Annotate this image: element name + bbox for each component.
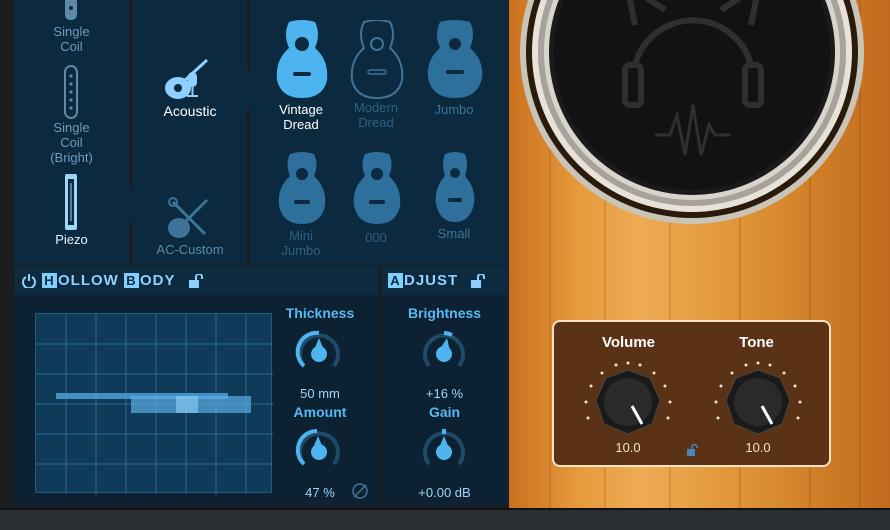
resonance-grid [36,314,273,494]
body-modern-dread[interactable]: Modern Dread [341,20,411,135]
type-ac-custom[interactable]: AC-Custom [133,190,247,260]
mini-jumbo-icon [278,152,326,224]
body-label: Vintage Dread [279,102,323,132]
amount-knob[interactable] [295,426,343,474]
body-resonance-display[interactable] [35,313,273,494]
type-acoustic[interactable]: Acoustic [133,50,247,130]
body-label: Modern Dread [353,100,399,130]
tone-knob[interactable] [710,356,806,446]
body-label: Jumbo [434,102,474,117]
instrument-type-column: Acoustic AC-Custom [133,0,247,265]
unlock-icon[interactable] [470,273,486,288]
000-icon [353,152,401,224]
ac-custom-tools-icon [168,197,209,238]
adjust-title-part: DJUST [404,272,459,289]
single-coil-icon [65,0,77,20]
gain-knob[interactable] [420,426,468,474]
thickness-label: Thickness [285,305,355,321]
hollow-title-part: ODY [140,272,176,289]
hollow-letter-b: B [124,273,139,288]
single-coil-bright-icon [64,65,78,119]
modern-dread-icon [350,20,404,100]
power-icon[interactable] [22,273,36,288]
pickup-label: Piezo [55,232,88,247]
volume-label: Volume [601,334,656,351]
body-vintage-dread[interactable]: Vintage Dread [266,20,336,135]
type-label: AC-Custom [156,242,224,257]
pickup-single-coil[interactable]: Single Coil [14,0,129,58]
soundhole [520,0,864,224]
hollow-body-header: H OLLOW B ODY [14,266,378,295]
guitar-body-grid: Vintage Dread Modern Dread Jumbo Mini Ju… [250,0,508,265]
vintage-dread-icon [276,20,328,98]
selection-arrow [127,180,141,230]
pickup-label: Single Coil (Bright) [50,120,93,165]
hollow-letter-h: H [42,273,57,288]
piezo-icon [65,174,77,230]
tone-value: 10.0 [745,440,771,455]
brightness-value: +16 % [425,386,464,401]
body-label: 000 [365,230,387,245]
amount-label: Amount [293,404,347,420]
body-000[interactable]: 000 [341,152,411,262]
link-lock-icon[interactable] [686,444,700,456]
brightness-knob[interactable] [420,328,468,376]
gain-value: +0.00 dB [418,485,471,500]
hollow-title-part: OLLOW [58,272,124,289]
pickup-single-coil-bright[interactable]: Single Coil (Bright) [14,60,129,168]
body-mini-jumbo[interactable]: Mini Jumbo [266,152,336,262]
volume-knob[interactable] [580,356,676,446]
volume-value: 10.0 [615,440,641,455]
body-small[interactable]: Small [419,152,489,262]
adjust-header: A DJUST [381,266,508,295]
pickup-piezo[interactable]: Piezo [14,170,129,250]
unlock-icon[interactable] [188,273,204,288]
output-panel: Volume Tone 10.0 10.0 [552,320,831,467]
body-jumbo[interactable]: Jumbo [419,20,489,135]
brightness-label: Brightness [407,305,482,321]
body-label: Mini Jumbo [281,228,321,258]
jumbo-icon [427,20,483,98]
bottom-bar [0,508,890,530]
pickup-column: Single Coil Single Coil (Bright) Piezo [14,0,129,265]
amount-value: 47 % [305,485,335,500]
tone-label: Tone [739,334,774,351]
adjust-letter-a: A [388,273,403,288]
acoustic-guitar-mic-icon [165,58,209,99]
pickup-label: Single Coil [53,24,90,54]
gain-label: Gain [428,404,461,420]
small-body-icon [435,152,475,222]
thickness-knob[interactable] [295,328,343,376]
type-label: Acoustic [163,103,217,119]
body-label: Small [437,226,471,241]
phase-invert-icon[interactable] [351,482,369,500]
thickness-value: 50 mm [300,386,340,401]
